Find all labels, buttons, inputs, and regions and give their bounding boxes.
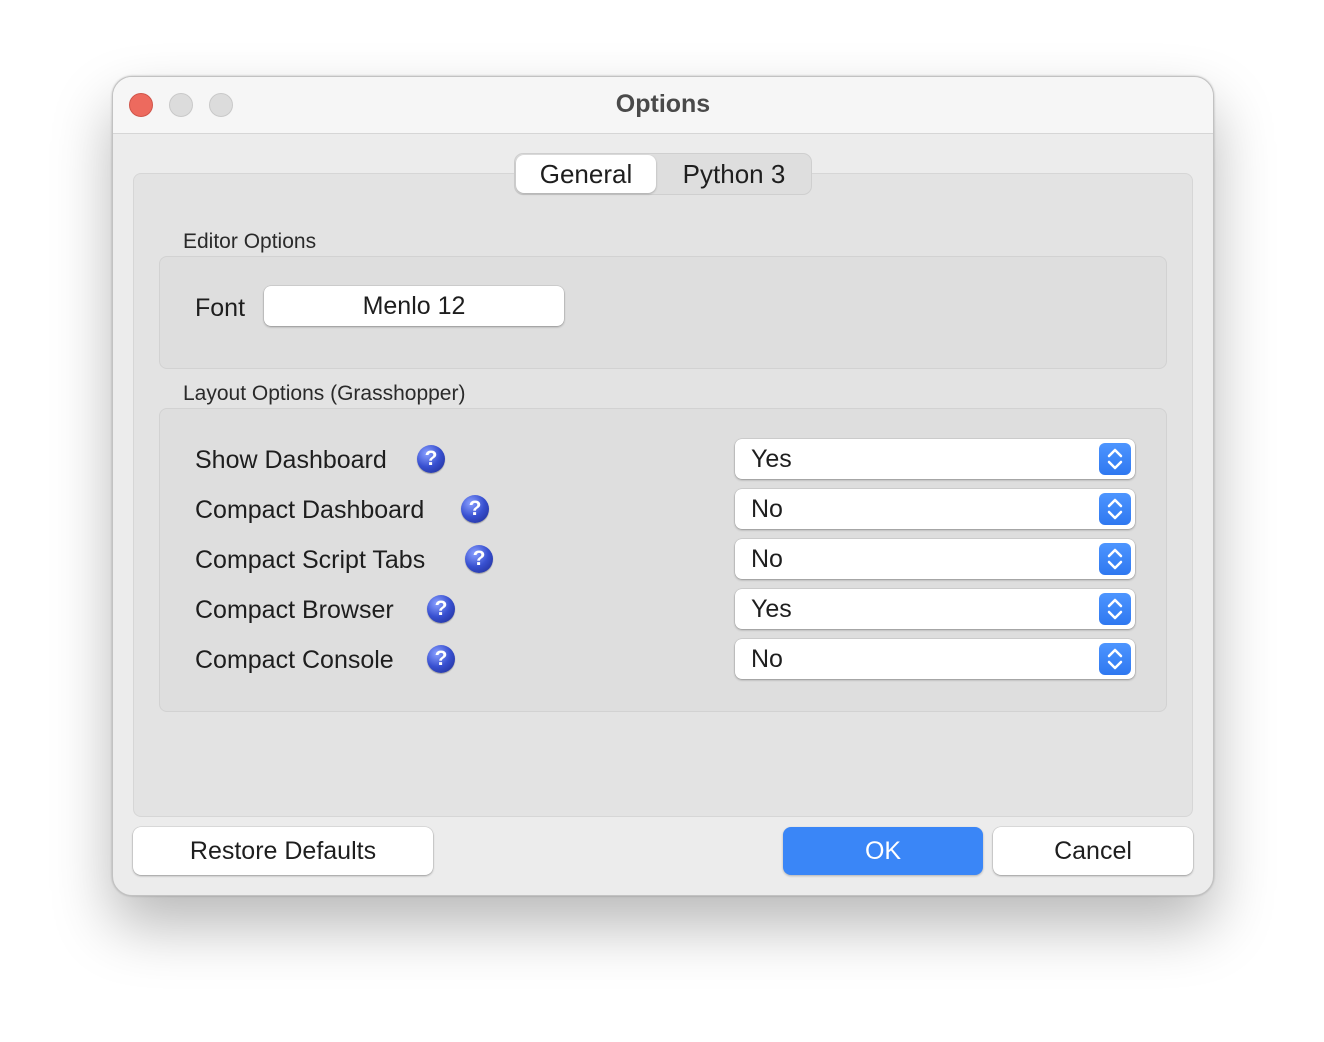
compact-script-tabs-label: Compact Script Tabs (195, 546, 426, 574)
select-value: No (751, 545, 783, 573)
chevron-up-down-icon (1099, 543, 1131, 575)
compact-dashboard-select[interactable]: No (735, 489, 1135, 529)
chevron-up-down-icon (1099, 443, 1131, 475)
compact-console-select[interactable]: No (735, 639, 1135, 679)
select-value: Yes (751, 445, 792, 473)
select-value: Yes (751, 595, 792, 623)
title-bar: Options (113, 77, 1213, 134)
font-picker-button[interactable]: Menlo 12 (264, 286, 564, 326)
compact-browser-label: Compact Browser (195, 596, 394, 624)
tab-general[interactable]: General (516, 155, 656, 193)
compact-browser-select[interactable]: Yes (735, 589, 1135, 629)
ok-button[interactable]: OK (783, 827, 983, 875)
chevron-up-down-icon (1099, 593, 1131, 625)
chevron-up-down-icon (1099, 493, 1131, 525)
tab-python-3[interactable]: Python 3 (657, 155, 811, 193)
help-icon[interactable]: ? (427, 595, 455, 623)
help-icon[interactable]: ? (461, 495, 489, 523)
editor-options-label: Editor Options (183, 230, 317, 253)
show-dashboard-label: Show Dashboard (195, 446, 387, 474)
tab-bar: General Python 3 (514, 153, 812, 195)
window-title: Options (615, 90, 711, 118)
options-dialog: Options Editor Options Font Layout Optio… (112, 76, 1214, 896)
compact-console-label: Compact Console (195, 646, 394, 674)
chevron-up-down-icon (1099, 643, 1131, 675)
compact-script-tabs-select[interactable]: No (735, 539, 1135, 579)
help-icon[interactable]: ? (427, 645, 455, 673)
show-dashboard-select[interactable]: Yes (735, 439, 1135, 479)
help-icon[interactable]: ? (465, 545, 493, 573)
select-value: No (751, 495, 783, 523)
help-icon[interactable]: ? (417, 445, 445, 473)
layout-options-label: Layout Options (Grasshopper) (183, 382, 466, 405)
select-value: No (751, 645, 783, 673)
restore-defaults-button[interactable]: Restore Defaults (133, 827, 433, 875)
compact-dashboard-label: Compact Dashboard (195, 496, 425, 524)
cancel-button[interactable]: Cancel (993, 827, 1193, 875)
font-label: Font (195, 294, 246, 322)
